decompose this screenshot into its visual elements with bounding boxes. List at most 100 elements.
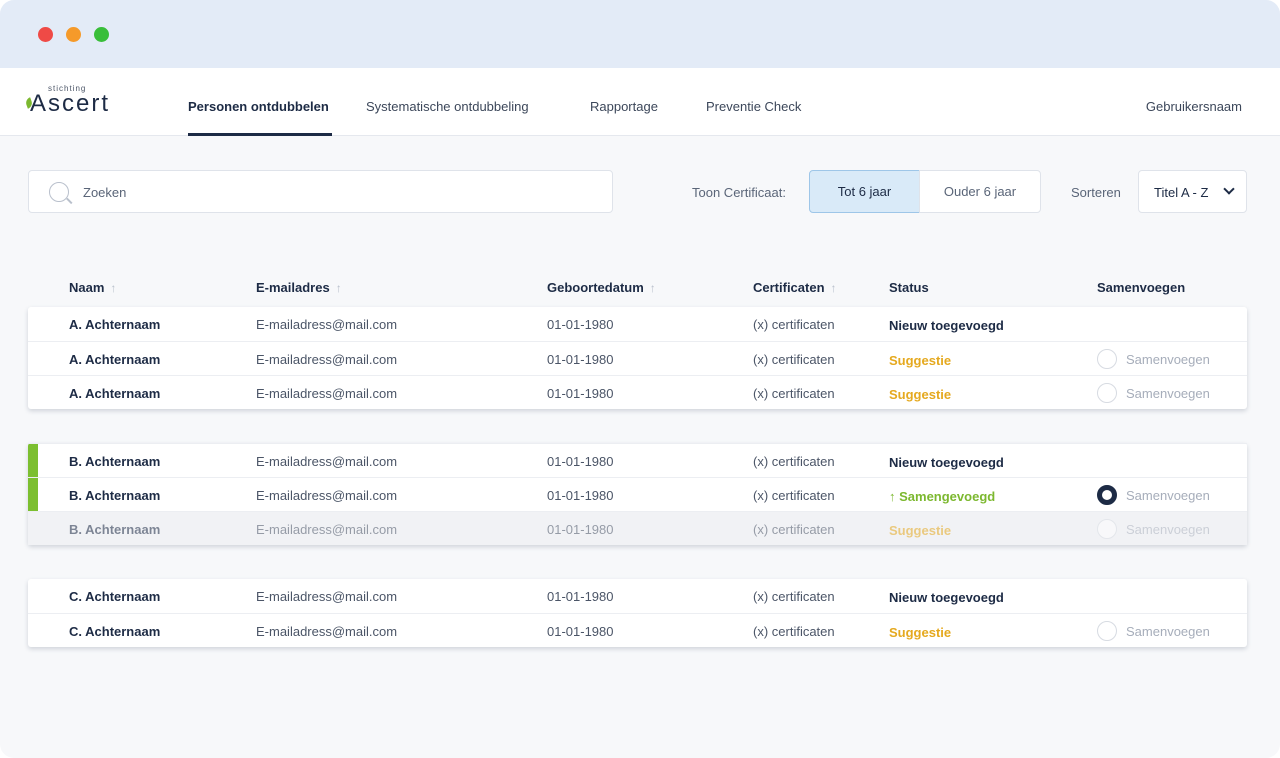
row-dob: 01-01-1980 [547, 488, 614, 503]
filter-tot-6-jaar-button[interactable]: Tot 6 jaar [809, 170, 920, 213]
radio-icon[interactable] [1097, 519, 1117, 539]
duplicate-group-c: C. Achternaam E-mailadress@mail.com 01-0… [28, 579, 1247, 647]
radio-icon[interactable] [1097, 621, 1117, 641]
row-dob: 01-01-1980 [547, 454, 614, 469]
filter-ouder-6-jaar-button[interactable]: Ouder 6 jaar [919, 170, 1041, 213]
row-name: A. Achternaam [69, 386, 161, 401]
row-name: B. Achternaam [69, 522, 161, 537]
sort-arrow-icon: ↑ [335, 281, 342, 295]
search-icon [49, 182, 69, 202]
duplicate-group-a: A. Achternaam E-mailadress@mail.com 01-0… [28, 307, 1247, 409]
row-email: E-mailadress@mail.com [256, 488, 398, 503]
row-name: B. Achternaam [69, 454, 161, 469]
status-badge: Nieuw toegevoegd [889, 318, 1004, 333]
sort-value: Titel A - Z [1154, 185, 1209, 200]
row-certificates: (x) certificaten [753, 454, 835, 469]
row-email: E-mailadress@mail.com [256, 522, 398, 537]
app-window: stichting Ascert Personen ontdubbelen Sy… [0, 0, 1280, 758]
merge-label: Samenvoegen [1126, 623, 1210, 639]
row-dob: 01-01-1980 [547, 522, 614, 537]
row-dob: 01-01-1980 [547, 386, 614, 401]
merge-radio[interactable]: Samenvoegen [1097, 383, 1210, 403]
chevron-down-icon [1223, 183, 1235, 195]
row-name: B. Achternaam [69, 488, 161, 503]
row-certificates: (x) certificaten [753, 522, 835, 537]
sort-arrow-icon: ↑ [649, 281, 656, 295]
row-name: C. Achternaam [69, 589, 161, 604]
merge-label: Samenvoegen [1126, 487, 1210, 503]
table-row[interactable]: B. Achternaam E-mailadress@mail.com 01-0… [28, 443, 1247, 477]
merge-label: Samenvoegen [1126, 351, 1210, 367]
logo-title: Ascert [30, 90, 111, 117]
table-row[interactable]: A. Achternaam E-mailadress@mail.com 01-0… [28, 375, 1247, 409]
row-email: E-mailadress@mail.com [256, 454, 398, 469]
column-header-naam[interactable]: Naam ↑ [69, 280, 116, 295]
row-dob: 01-01-1980 [547, 624, 614, 639]
table-row[interactable]: B. Achternaam E-mailadress@mail.com 01-0… [28, 511, 1247, 545]
row-email: E-mailadress@mail.com [256, 589, 398, 604]
nav-preventie-check[interactable]: Preventie Check [706, 99, 801, 114]
row-certificates: (x) certificaten [753, 488, 835, 503]
radio-icon[interactable] [1097, 349, 1117, 369]
row-name: A. Achternaam [69, 352, 161, 367]
table-row[interactable]: A. Achternaam E-mailadress@mail.com 01-0… [28, 341, 1247, 375]
search-box[interactable] [28, 170, 613, 213]
row-certificates: (x) certificaten [753, 624, 835, 639]
merge-radio[interactable]: Samenvoegen [1097, 519, 1210, 539]
merge-radio[interactable]: Samenvoegen [1097, 621, 1210, 641]
status-badge: ↑ Samengevoegd [889, 489, 996, 504]
column-header-status: Status [889, 280, 929, 295]
merge-radio[interactable]: Samenvoegen [1097, 349, 1210, 369]
merge-label: Samenvoegen [1126, 521, 1210, 537]
user-menu[interactable]: Gebruikersnaam [1146, 99, 1242, 114]
title-bar [0, 0, 1280, 68]
duplicate-group-b: B. Achternaam E-mailadress@mail.com 01-0… [28, 443, 1247, 545]
row-certificates: (x) certificaten [753, 589, 835, 604]
maximize-window-button[interactable] [94, 27, 109, 42]
sort-label: Sorteren [1071, 185, 1121, 200]
ascert-logo[interactable]: stichting Ascert [24, 84, 136, 120]
sort-arrow-icon: ↑ [830, 281, 837, 295]
row-email: E-mailadress@mail.com [256, 352, 398, 367]
radio-icon[interactable] [1097, 383, 1117, 403]
search-input[interactable] [83, 182, 583, 202]
row-name: C. Achternaam [69, 624, 161, 639]
row-name: A. Achternaam [69, 317, 161, 332]
top-navigation: stichting Ascert Personen ontdubbelen Sy… [0, 68, 1280, 136]
row-dob: 01-01-1980 [547, 352, 614, 367]
table-row[interactable]: C. Achternaam E-mailadress@mail.com 01-0… [28, 579, 1247, 613]
status-badge: Suggestie [889, 387, 952, 402]
active-tab-indicator [188, 133, 332, 136]
column-header-certificaten[interactable]: Certificaten ↑ [753, 280, 837, 295]
column-header-samenvoegen: Samenvoegen [1097, 280, 1186, 295]
sort-arrow-icon: ↑ [110, 281, 117, 295]
minimize-window-button[interactable] [66, 27, 81, 42]
nav-rapportage[interactable]: Rapportage [590, 99, 658, 114]
nav-systematische-ontdubbeling[interactable]: Systematische ontdubbeling [366, 99, 529, 114]
certificate-filter-label: Toon Certificaat: [692, 185, 786, 200]
status-badge: Nieuw toegevoegd [889, 455, 1004, 470]
sort-select[interactable]: Titel A - Z [1138, 170, 1247, 213]
column-header-geboortedatum[interactable]: Geboortedatum ↑ [547, 280, 656, 295]
row-email: E-mailadress@mail.com [256, 317, 398, 332]
radio-checked-icon[interactable] [1097, 485, 1117, 505]
row-email: E-mailadress@mail.com [256, 624, 398, 639]
table-row[interactable]: A. Achternaam E-mailadress@mail.com 01-0… [28, 307, 1247, 341]
row-email: E-mailadress@mail.com [256, 386, 398, 401]
status-badge: Suggestie [889, 523, 952, 538]
merge-label: Samenvoegen [1126, 385, 1210, 401]
status-badge: Nieuw toegevoegd [889, 590, 1004, 605]
status-badge: Suggestie [889, 625, 952, 640]
nav-personen-ontdubbelen[interactable]: Personen ontdubbelen [188, 99, 329, 114]
row-certificates: (x) certificaten [753, 386, 835, 401]
row-certificates: (x) certificaten [753, 317, 835, 332]
table-row[interactable]: C. Achternaam E-mailadress@mail.com 01-0… [28, 613, 1247, 647]
row-dob: 01-01-1980 [547, 589, 614, 604]
table-row[interactable]: B. Achternaam E-mailadress@mail.com 01-0… [28, 477, 1247, 511]
row-dob: 01-01-1980 [547, 317, 614, 332]
row-certificates: (x) certificaten [753, 352, 835, 367]
merge-radio[interactable]: Samenvoegen [1097, 485, 1210, 505]
column-header-email[interactable]: E-mailadres ↑ [256, 280, 342, 295]
status-badge: Suggestie [889, 353, 952, 368]
close-window-button[interactable] [38, 27, 53, 42]
